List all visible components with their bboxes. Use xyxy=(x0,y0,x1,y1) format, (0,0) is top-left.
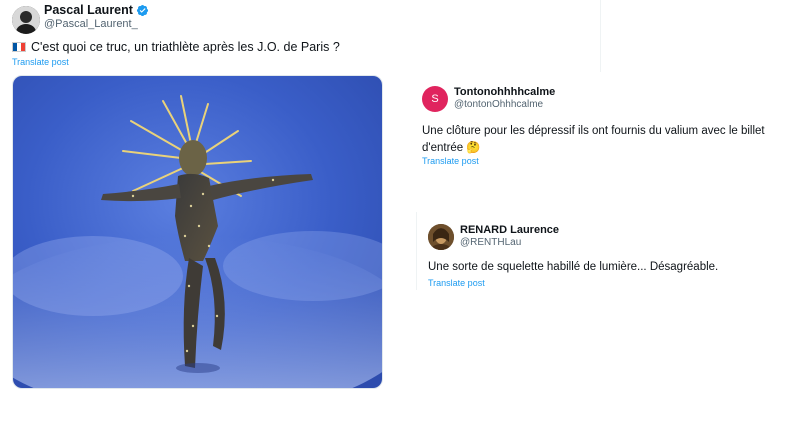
reply-2-divider xyxy=(416,212,417,290)
translate-post-link[interactable]: Translate post xyxy=(12,57,69,67)
reply-1-text: Une clôture pour les dépressif ils ont f… xyxy=(422,125,765,154)
post-media-image[interactable] xyxy=(12,75,383,389)
reply-2-author-name[interactable]: RENARD Laurence xyxy=(460,224,559,236)
author-name-row[interactable]: Pascal Laurent xyxy=(44,3,149,17)
reply-1-avatar-letter: S xyxy=(431,93,439,105)
author-handle[interactable]: @Pascal_Laurent_ xyxy=(44,18,138,30)
reply-2-author-handle[interactable]: @RENTHLau xyxy=(460,237,521,248)
main-post: Pascal Laurent @Pascal_Laurent_ C'est qu… xyxy=(0,0,602,421)
reply-card-1: S Tontonohhhhcalme @tontonOhhhcalme Une … xyxy=(416,80,800,180)
reply-1-author-name[interactable]: Tontonohhhhcalme xyxy=(454,86,555,98)
reply-2-text: Une sorte de squelette habillé de lumièr… xyxy=(428,261,719,273)
reply-1-author-handle[interactable]: @tontonOhhhcalme xyxy=(454,99,543,110)
author-name[interactable]: Pascal Laurent xyxy=(44,3,133,17)
author-avatar[interactable] xyxy=(12,6,40,34)
reply-card-2: RENARD Laurence @RENTHLau Une sorte de s… xyxy=(422,220,800,295)
france-flag-icon xyxy=(12,42,26,52)
reply-2-translate-link[interactable]: Translate post xyxy=(428,278,485,288)
reply-2-avatar[interactable] xyxy=(428,224,454,250)
reply-1-translate-link[interactable]: Translate post xyxy=(422,156,479,166)
verified-badge-icon xyxy=(136,4,148,16)
reply-1-avatar[interactable]: S xyxy=(422,86,448,112)
main-divider xyxy=(600,0,601,72)
post-text: C'est quoi ce truc, un triathlète après … xyxy=(31,40,340,54)
performer-photo xyxy=(13,76,382,388)
post-text-row: C'est quoi ce truc, un triathlète après … xyxy=(12,40,340,54)
portrait-icon xyxy=(428,224,454,250)
